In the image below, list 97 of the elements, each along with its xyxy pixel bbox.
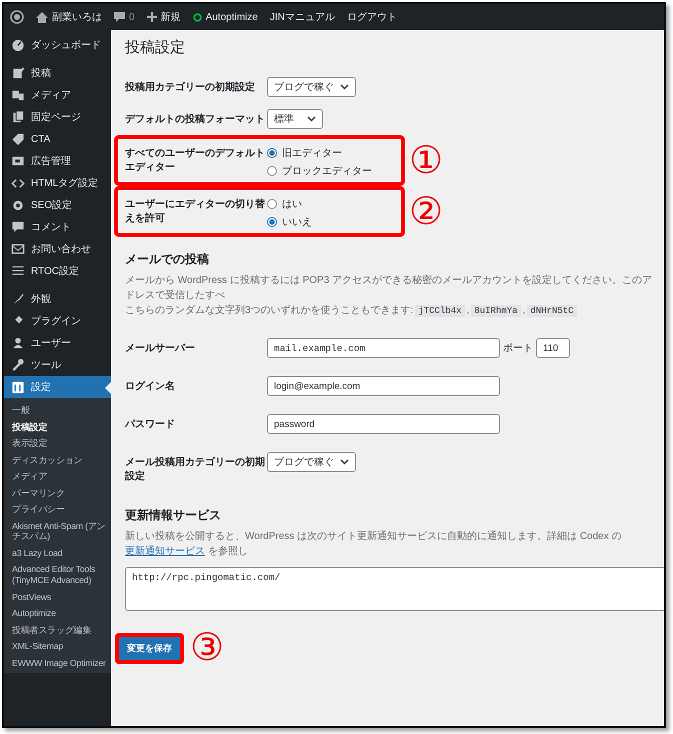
option-label: はい bbox=[282, 198, 302, 211]
menu-icon bbox=[11, 110, 25, 124]
text-field[interactable]: mail.example.com bbox=[267, 338, 500, 358]
toolbar-link[interactable]: ログアウト bbox=[346, 10, 397, 24]
menu-item[interactable]: 投稿 bbox=[4, 62, 111, 84]
status-ring-icon bbox=[192, 12, 202, 22]
field-label: ログイン名 bbox=[125, 380, 176, 394]
section-heading: メールでの投稿 bbox=[125, 251, 210, 268]
menu-icon bbox=[11, 88, 25, 102]
menu-item[interactable]: HTMLタグ設定 bbox=[4, 172, 111, 194]
menu-item[interactable]: 固定ページ bbox=[4, 106, 111, 128]
text-area[interactable]: http://rpc.pingomatic.com/ bbox=[125, 567, 664, 611]
menu-item[interactable]: RTOC設定 bbox=[4, 260, 111, 282]
menu-icon bbox=[11, 38, 25, 52]
menu-icon bbox=[11, 358, 25, 372]
toolbar-link[interactable]: 新規 bbox=[160, 10, 181, 24]
menu-icon bbox=[11, 264, 25, 278]
description: こちらのランダムな文字列3つのいずれかを使うこともできます: jTCClb4x , 8uIRhmYa , dNHrN5tC bbox=[125, 303, 664, 319]
menu-item[interactable]: コメント bbox=[4, 216, 111, 238]
plus-icon bbox=[146, 12, 157, 22]
field-label: すべてのユーザーのデフォルトエディター bbox=[125, 146, 266, 175]
callout-number: ② bbox=[409, 192, 443, 230]
submenu-item[interactable]: EWWW Image Optimizer bbox=[4, 654, 111, 672]
dropdown[interactable]: ブログで稼ぐ bbox=[267, 452, 356, 472]
chevron-icon bbox=[340, 459, 349, 465]
menu-item[interactable]: CTA bbox=[4, 128, 111, 150]
submenu-item[interactable]: パーマリンク bbox=[4, 484, 111, 502]
text-field[interactable]: password bbox=[267, 414, 500, 434]
menu-item[interactable]: 広告管理 bbox=[4, 150, 111, 172]
menu-item[interactable]: プラグイン bbox=[4, 310, 111, 332]
radio-button[interactable] bbox=[267, 199, 277, 209]
submenu-item[interactable]: 一般 bbox=[4, 402, 111, 419]
menu-item[interactable]: ユーザー bbox=[4, 332, 111, 354]
toolbar-link[interactable]: 0 bbox=[129, 12, 135, 22]
submenu-item[interactable]: Autoptimize bbox=[4, 605, 111, 622]
save-button[interactable]: 変更を保存 bbox=[119, 636, 180, 660]
menu-icon bbox=[11, 336, 25, 350]
description: 新しい投稿を公開すると、WordPress は次のサイト更新通知サービスに自動的に通知します。詳細は Codex の 更新通知サービス を参照し bbox=[125, 530, 623, 558]
dropdown[interactable]: 標準 bbox=[267, 109, 323, 129]
comment-icon bbox=[114, 12, 125, 22]
submenu-item[interactable]: 投稿者スラッグ編集 bbox=[4, 622, 111, 638]
submenu-item[interactable]: ディスカッション bbox=[4, 452, 111, 468]
description: メールから WordPress に投稿するには POP3 アクセスができる秘密のメールアカウントを設定してください。このアドレスで受信したすべ bbox=[125, 274, 654, 302]
field-label: デフォルトの投稿フォーマット bbox=[125, 112, 266, 127]
section-heading: 更新情報サービス bbox=[125, 507, 222, 524]
field-label: メールサーバー bbox=[125, 342, 196, 356]
dropdown[interactable]: ブログで稼ぐ bbox=[267, 77, 356, 97]
toolbar-link[interactable]: Autoptimize bbox=[206, 12, 258, 22]
text-field[interactable]: login@example.com bbox=[267, 376, 500, 396]
chevron-icon bbox=[307, 116, 316, 122]
menu-icon bbox=[11, 132, 25, 146]
code-snippet: dNHrN5tC bbox=[527, 305, 577, 317]
submenu-item[interactable]: 表示設定 bbox=[4, 435, 111, 452]
menu-item[interactable]: ダッシュボード bbox=[4, 34, 111, 56]
option-label: ブロックエディター bbox=[282, 164, 372, 178]
field-label: ユーザーにエディターの切り替えを許可 bbox=[125, 198, 266, 226]
toolbar-link[interactable]: 副業いろは bbox=[52, 10, 102, 24]
menu-item[interactable]: ツール bbox=[4, 354, 111, 376]
port-field[interactable]: 110 bbox=[536, 338, 570, 358]
submenu-item[interactable]: プライバシー bbox=[4, 501, 111, 518]
link[interactable]: 更新通知サービス bbox=[125, 546, 205, 556]
submenu-item[interactable]: メディア bbox=[4, 468, 111, 485]
callout-number: ③ bbox=[190, 629, 224, 667]
submenu-item[interactable]: XML-Sitemap bbox=[4, 638, 111, 655]
code-snippet: jTCClb4x bbox=[415, 305, 465, 317]
menu-icon bbox=[11, 198, 25, 212]
toolbar-link[interactable]: JINマニュアル bbox=[270, 10, 335, 24]
field-label: 投稿用カテゴリーの初期設定 bbox=[125, 80, 256, 95]
option-label: 旧エディター bbox=[282, 146, 342, 160]
code-snippet: 8uIRhmYa bbox=[471, 305, 521, 317]
submenu-item[interactable]: PostViews bbox=[4, 588, 111, 606]
submenu-item[interactable]: 投稿設定 bbox=[4, 418, 111, 436]
submenu-item[interactable]: a3 Lazy Load bbox=[4, 544, 111, 562]
menu-icon bbox=[11, 66, 25, 80]
callout-number: ① bbox=[409, 142, 443, 180]
menu-item[interactable]: SEO設定 bbox=[4, 194, 111, 216]
menu-item[interactable]: 外観 bbox=[4, 288, 111, 310]
submenu-item[interactable]: Akismet Anti-Spam (アンチスパム) bbox=[4, 518, 111, 545]
field-label: パスワード bbox=[125, 418, 176, 432]
menu-icon bbox=[11, 380, 25, 394]
submenu-item[interactable]: Advanced Editor Tools (TinyMCE Advanced) bbox=[4, 561, 111, 589]
menu-icon bbox=[11, 220, 25, 234]
option-label: いいえ bbox=[282, 216, 312, 229]
field-label: メール投稿用カテゴリーの初期設定 bbox=[125, 455, 266, 484]
menu-item[interactable]: お問い合わせ bbox=[4, 238, 111, 260]
menu-icon bbox=[11, 242, 25, 256]
page-title: 投稿設定 bbox=[125, 38, 186, 57]
radio-button[interactable] bbox=[267, 148, 277, 158]
radio-button[interactable] bbox=[267, 166, 277, 176]
menu-item[interactable]: 設定 bbox=[4, 376, 111, 398]
menu-item[interactable]: メディア bbox=[4, 84, 111, 106]
field-label: ポート bbox=[503, 342, 533, 355]
menu-icon bbox=[11, 154, 25, 168]
menu-icon bbox=[11, 292, 25, 306]
chevron-icon bbox=[340, 84, 349, 90]
home-icon bbox=[36, 12, 48, 22]
radio-button[interactable] bbox=[267, 217, 277, 227]
